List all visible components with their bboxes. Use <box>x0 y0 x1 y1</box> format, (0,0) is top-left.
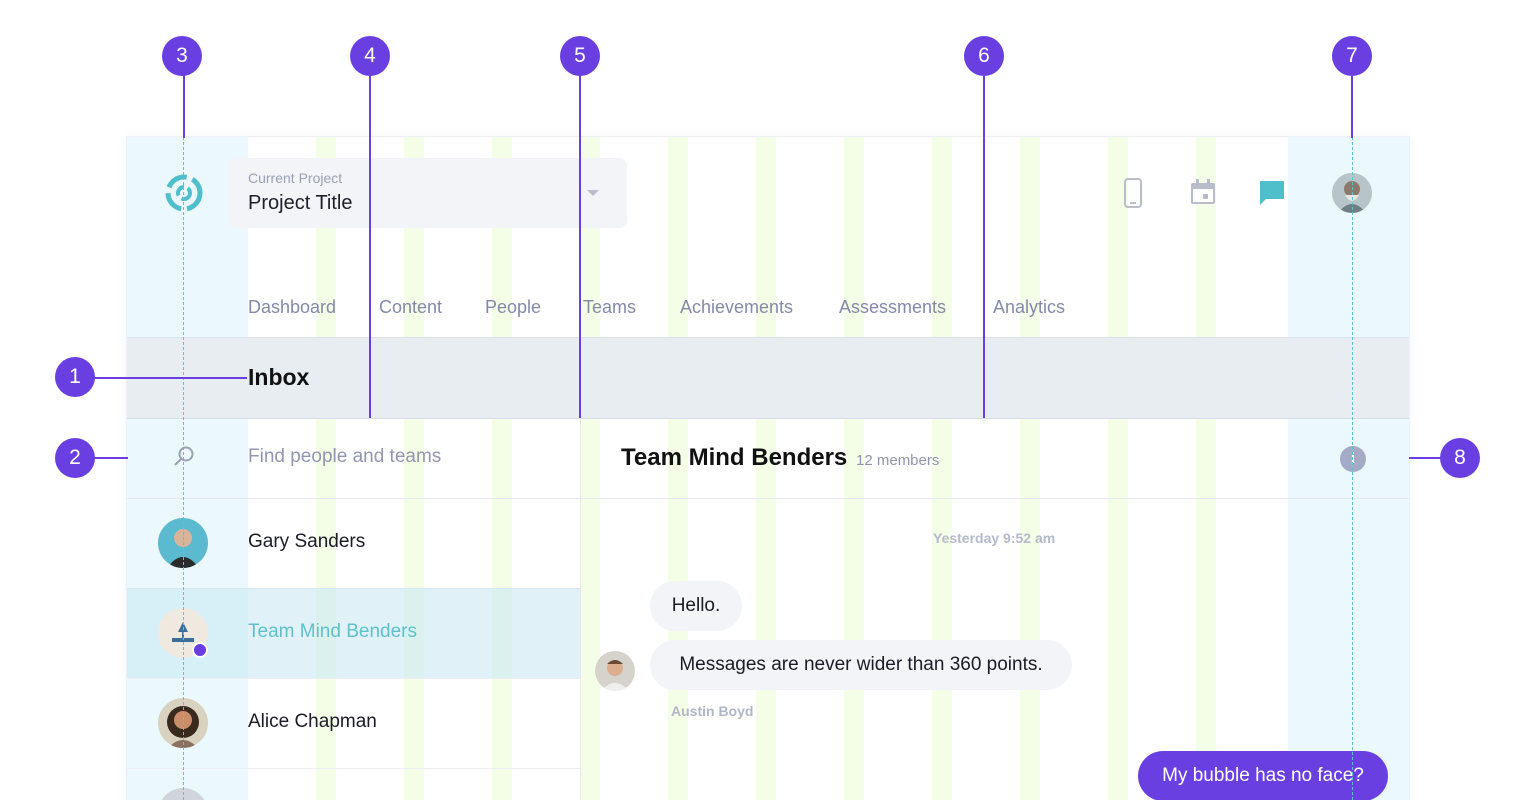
callout-line-1 <box>94 377 247 379</box>
annotation-badge-6: 6 <box>964 36 1004 76</box>
my-message-bubble: My bubble has no face? <box>1138 751 1388 800</box>
message-text: My bubble has no face? <box>1162 765 1364 786</box>
message-bubble: Messages are never wider than 360 points… <box>650 640 1072 690</box>
annotation-badge-1: 1 <box>55 357 95 397</box>
info-icon[interactable]: i <box>1340 446 1366 472</box>
callout-line-3 <box>183 75 185 138</box>
phone-icon[interactable] <box>1123 178 1143 208</box>
nav-people[interactable]: People <box>485 297 541 318</box>
member-count: 12 members <box>856 452 940 469</box>
left-keyline <box>183 137 184 800</box>
sender-avatar <box>595 651 635 691</box>
nav-teams[interactable]: Teams <box>583 297 636 318</box>
callout-line-7 <box>1351 75 1353 138</box>
message-bubble: Hello. <box>650 581 742 631</box>
message-text: Messages are never wider than 360 points… <box>679 654 1043 675</box>
project-label: Current Project <box>248 170 343 186</box>
conversation-name: Gary Sanders <box>248 531 366 552</box>
callout-line-6 <box>983 75 985 418</box>
conversation-name: Team Mind Benders <box>248 621 417 642</box>
annotation-badge-2: 2 <box>55 438 95 478</box>
logo-icon[interactable] <box>165 174 203 212</box>
app-window: Current Project Project Title Dashboard … <box>127 137 1409 800</box>
chat-icon[interactable] <box>1258 179 1286 207</box>
annotation-badge-7: 7 <box>1332 36 1372 76</box>
callout-line-8 <box>1409 457 1441 459</box>
callout-line-4 <box>369 75 371 418</box>
chevron-down-icon <box>587 190 599 196</box>
annotation-badge-4: 4 <box>350 36 390 76</box>
search-input[interactable]: Find people and teams <box>248 446 441 468</box>
callout-line-5 <box>579 75 581 418</box>
sender-name: Austin Boyd <box>671 703 754 719</box>
search-icon[interactable] <box>173 445 195 467</box>
unread-indicator <box>192 642 208 658</box>
annotation-badge-8: 8 <box>1440 438 1480 478</box>
annotation-badge-3: 3 <box>162 36 202 76</box>
annotation-badge-5: 5 <box>560 36 600 76</box>
project-title: Project Title <box>248 192 353 214</box>
nav-dashboard[interactable]: Dashboard <box>248 297 336 318</box>
inbox-header <box>127 337 1409 419</box>
chat-title: Team Mind Benders <box>621 444 848 471</box>
nav-analytics[interactable]: Analytics <box>993 297 1065 318</box>
nav-achievements[interactable]: Achievements <box>680 297 793 318</box>
callout-line-2 <box>94 457 128 459</box>
conversation-name: Alice Chapman <box>248 711 377 732</box>
page-title: Inbox <box>248 364 310 390</box>
right-keyline <box>1352 137 1353 800</box>
nav-content[interactable]: Content <box>379 297 442 318</box>
project-selector[interactable]: Current Project Project Title <box>228 158 627 228</box>
nav-assessments[interactable]: Assessments <box>839 297 946 318</box>
message-text: Hello. <box>671 595 721 616</box>
calendar-icon[interactable] <box>1190 179 1216 205</box>
message-timestamp: Yesterday 9:52 am <box>933 530 1056 546</box>
